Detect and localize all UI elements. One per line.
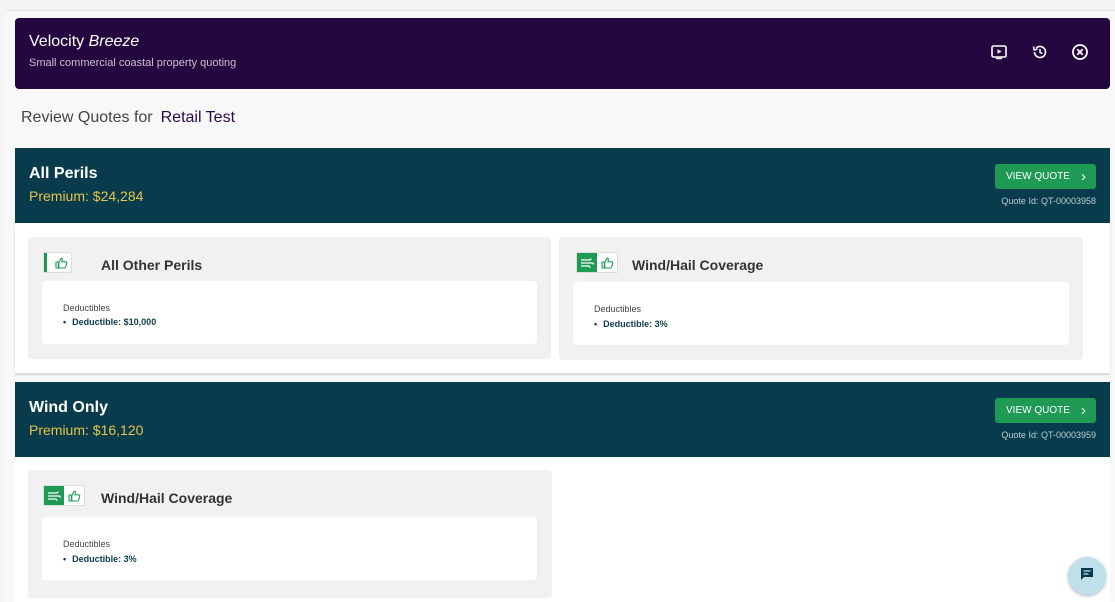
- quote-body: Wind/Hail Coverage Deductibles Deductibl…: [15, 457, 1110, 602]
- chat-icon: [1079, 566, 1095, 587]
- app-header: Velocity Breeze Small commercial coastal…: [15, 18, 1110, 89]
- review-insured-name: Retail Test: [160, 109, 236, 126]
- deductible-item: Deductible: 3%: [63, 554, 137, 564]
- deductible-item: Deductible: $10,000: [63, 317, 156, 327]
- coverage-title: Wind/Hail Coverage: [632, 257, 764, 273]
- chat-button[interactable]: [1068, 557, 1106, 595]
- review-prefix: Review Quotes for: [21, 109, 153, 126]
- quote-header: Wind Only Premium: $16,120 VIEW QUOTE › …: [15, 382, 1110, 457]
- app-title-italic: Breeze: [88, 33, 140, 50]
- deductibles-label: Deductibles: [63, 539, 111, 549]
- close-circle-icon[interactable]: [1070, 42, 1090, 62]
- chevron-right-icon: ›: [1081, 402, 1086, 419]
- coverage-card: Wind/Hail Coverage Deductibles Deductibl…: [28, 470, 552, 598]
- coverage-title: All Other Perils: [101, 257, 203, 273]
- quote-premium: Premium: $24,284: [29, 188, 144, 204]
- thumbs-up-icon: [51, 253, 71, 272]
- quote-header: All Perils Premium: $24,284 VIEW QUOTE ›…: [15, 148, 1110, 223]
- play-icon[interactable]: [989, 42, 1009, 62]
- deductible-item: Deductible: 3%: [594, 319, 668, 329]
- page: Velocity Breeze Small commercial coastal…: [6, 10, 1115, 602]
- quote-title: Wind Only: [29, 399, 108, 416]
- quote-id: Quote Id: QT-00003958: [1001, 196, 1096, 206]
- deductibles-label: Deductibles: [63, 303, 111, 313]
- coverage-card: Wind/Hail Coverage Deductibles Deductibl…: [559, 237, 1083, 360]
- wind-icon: [577, 253, 597, 272]
- thumbs-up-icon: [64, 486, 84, 505]
- wind-icon: [44, 486, 64, 505]
- coverage-card: All Other Perils Deductibles Deductible:…: [28, 237, 551, 359]
- coverage-title: Wind/Hail Coverage: [101, 490, 233, 506]
- deductibles-panel: Deductibles Deductible: 3%: [573, 282, 1069, 345]
- app-subtitle: Small commercial coastal property quotin…: [29, 57, 237, 69]
- coverage-badge: [43, 252, 72, 273]
- quote-premium: Premium: $16,120: [29, 422, 144, 438]
- deductibles-label: Deductibles: [594, 304, 642, 314]
- view-quote-button[interactable]: VIEW QUOTE ›: [995, 398, 1096, 423]
- chevron-right-icon: ›: [1081, 168, 1086, 185]
- app-title-main: Velocity: [29, 33, 85, 50]
- thumbs-up-icon: [597, 253, 617, 272]
- deductibles-panel: Deductibles Deductible: $10,000: [42, 281, 537, 344]
- view-quote-label: VIEW QUOTE: [1006, 171, 1070, 182]
- coverage-badge: [43, 485, 85, 506]
- coverage-badge: [576, 252, 618, 273]
- view-quote-button[interactable]: VIEW QUOTE ›: [995, 164, 1096, 189]
- deductibles-panel: Deductibles Deductible: 3%: [42, 517, 537, 580]
- quote-title: All Perils: [29, 165, 98, 182]
- coverage-indicator-bar: [44, 253, 47, 272]
- quote-body: All Other Perils Deductibles Deductible:…: [15, 223, 1110, 374]
- review-heading: Review Quotes for Retail Test: [21, 109, 235, 127]
- app-title: Velocity Breeze: [29, 33, 139, 51]
- quote-id: Quote Id: QT-00003959: [1001, 430, 1096, 440]
- history-icon[interactable]: [1030, 42, 1050, 62]
- view-quote-label: VIEW QUOTE: [1006, 405, 1070, 416]
